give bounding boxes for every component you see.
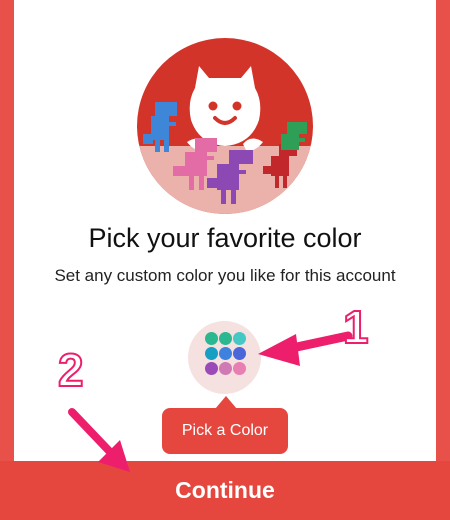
continue-button[interactable]: Continue <box>0 461 450 520</box>
palette-dot <box>219 332 232 345</box>
palette-dot <box>205 362 218 375</box>
annotation-step-1: 1 <box>342 300 370 354</box>
pick-color-tooltip[interactable]: Pick a Color <box>162 408 288 454</box>
palette-dot <box>219 362 232 375</box>
page-title: Pick your favorite color <box>88 223 362 253</box>
avatar-illustration <box>137 38 313 214</box>
palette-dot <box>233 347 246 360</box>
color-picker-button[interactable] <box>188 321 261 394</box>
palette-dot <box>233 362 246 375</box>
frame-left-edge <box>0 0 14 520</box>
annotation-step-2: 2 <box>57 343 85 397</box>
frame-right-edge <box>436 0 450 520</box>
palette-dot <box>205 332 218 345</box>
palette-dot <box>233 332 246 345</box>
page-subtitle: Set any custom color you like for this a… <box>54 266 396 285</box>
palette-dot <box>205 347 218 360</box>
palette-dot <box>219 347 232 360</box>
